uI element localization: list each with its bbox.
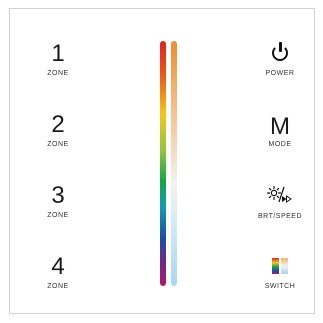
mode-icon: M xyxy=(270,113,290,140)
zone-4-label: ZONE xyxy=(47,283,69,290)
zone-4-number: 4 xyxy=(51,253,65,280)
zone-2-label: ZONE xyxy=(47,141,69,148)
power-button[interactable]: POWER xyxy=(245,42,315,77)
zone-2-number: 2 xyxy=(51,111,65,138)
brightness-speed-button[interactable]: BRT/SPEED xyxy=(245,185,315,220)
zone-1-number: 1 xyxy=(51,40,65,67)
switch-label: SWITCH xyxy=(264,283,296,290)
brightness-speed-icon xyxy=(266,185,292,203)
brightness-speed-label: BRT/SPEED xyxy=(257,213,303,220)
zone-3-label: ZONE xyxy=(47,212,69,219)
switch-button[interactable]: SWITCH xyxy=(245,257,315,290)
zone-3-button[interactable]: 3 ZONE xyxy=(38,182,78,220)
color-temperature-slider[interactable] xyxy=(171,41,177,286)
switch-icon xyxy=(272,258,288,274)
zone-1-button[interactable]: 1 ZONE xyxy=(38,40,78,78)
mode-button[interactable]: M MODE xyxy=(245,113,315,149)
zone-3-number: 3 xyxy=(51,182,65,209)
zone-1-label: ZONE xyxy=(47,70,69,77)
zone-4-button[interactable]: 4 ZONE xyxy=(38,253,78,291)
power-icon xyxy=(270,42,290,62)
power-label: POWER xyxy=(265,70,295,77)
rgb-color-slider[interactable] xyxy=(160,41,166,286)
mode-label: MODE xyxy=(268,141,292,148)
zone-2-button[interactable]: 2 ZONE xyxy=(38,111,78,149)
